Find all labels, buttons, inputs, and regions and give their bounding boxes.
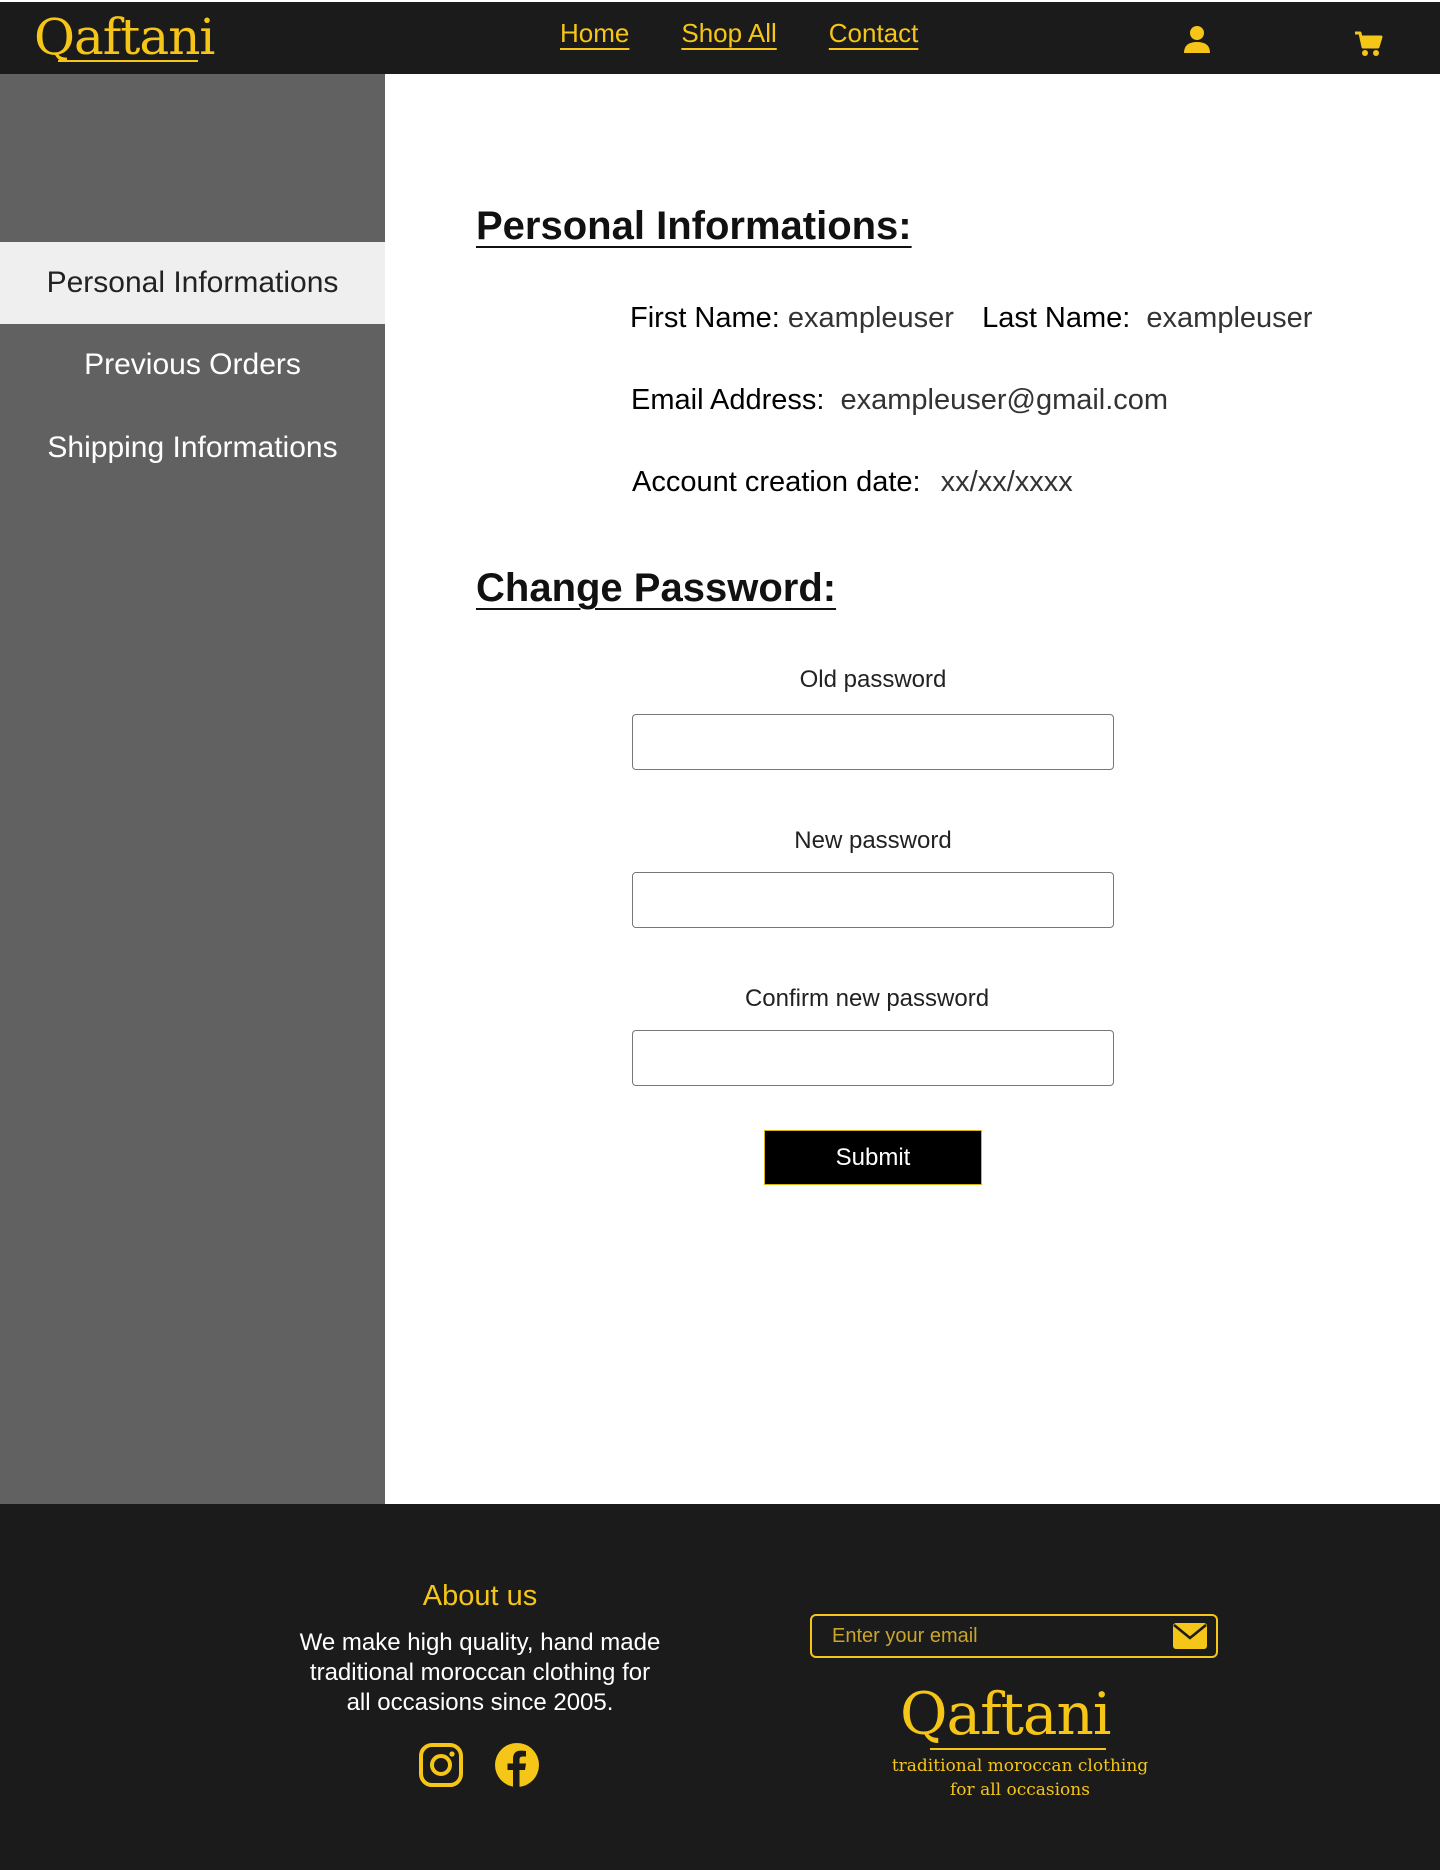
- nav-contact-link[interactable]: Contact: [829, 18, 919, 49]
- newsletter-form: [810, 1614, 1218, 1658]
- facebook-icon[interactable]: [494, 1742, 540, 1788]
- name-row: First Name: exampleuser Last Name: examp…: [630, 302, 1312, 335]
- account-sidebar: Personal Informations Previous Orders Sh…: [0, 74, 385, 1504]
- sidebar-item-personal-informations[interactable]: Personal Informations: [0, 242, 385, 324]
- old-password-input[interactable]: [632, 714, 1114, 770]
- brand-tagline: traditional moroccan clothing for all oc…: [880, 1754, 1160, 1802]
- about-us-text: We make high quality, hand made traditio…: [270, 1628, 690, 1718]
- first-name-value: exampleuser: [787, 302, 954, 334]
- brand-logo[interactable]: Qaftani: [34, 8, 215, 66]
- nav-home-link[interactable]: Home: [560, 18, 629, 49]
- newsletter-email-input[interactable]: [822, 1620, 1152, 1652]
- about-line-1: We make high quality, hand made: [299, 1629, 661, 1656]
- email-label: Email Address:: [631, 384, 825, 416]
- confirm-password-input[interactable]: [632, 1030, 1114, 1086]
- site-header: Qaftani Home Shop All Contact: [0, 0, 1440, 74]
- tagline-line-2: for all occasions: [950, 1780, 1090, 1800]
- last-name-label: Last Name:: [982, 302, 1131, 334]
- sidebar-item-previous-orders[interactable]: Previous Orders: [0, 324, 385, 406]
- nav-shop-all-link[interactable]: Shop All: [681, 18, 776, 49]
- about-us-title: About us: [422, 1580, 538, 1612]
- envelope-icon[interactable]: [1172, 1622, 1208, 1650]
- account-main: Personal Informations: First Name: examp…: [385, 74, 1440, 1504]
- change-password-title: Change Password:: [476, 566, 837, 610]
- last-name-value: exampleuser: [1146, 302, 1313, 334]
- user-icon[interactable]: [1182, 24, 1212, 54]
- about-line-2: traditional moroccan clothing for: [309, 1659, 651, 1686]
- email-value: exampleuser@gmail.com: [840, 384, 1169, 416]
- email-row: Email Address: exampleuser@gmail.com: [631, 384, 1168, 417]
- footer-logo-underline: [930, 1748, 1106, 1750]
- about-line-3: all occasions since 2005.: [346, 1689, 614, 1716]
- new-password-input[interactable]: [632, 872, 1114, 928]
- main-nav: Home Shop All Contact: [560, 18, 918, 49]
- creation-date-row: Account creation date: xx/xx/xxxx: [632, 466, 1073, 499]
- footer-brand-logo: Qaftani: [900, 1680, 1111, 1748]
- submit-button[interactable]: Submit: [764, 1130, 982, 1185]
- first-name-label: First Name:: [630, 302, 780, 334]
- site-footer: About us We make high quality, hand made…: [0, 1504, 1440, 1870]
- old-password-label: Old password: [799, 666, 947, 693]
- cart-icon[interactable]: [1354, 30, 1384, 60]
- personal-info-title: Personal Informations:: [476, 204, 912, 248]
- logo-underline: [58, 60, 198, 62]
- creation-date-value: xx/xx/xxxx: [940, 466, 1073, 498]
- instagram-icon[interactable]: [418, 1742, 464, 1788]
- new-password-label: New password: [794, 827, 952, 854]
- sidebar-item-shipping-informations[interactable]: Shipping Informations: [0, 407, 385, 489]
- confirm-password-label: Confirm new password: [744, 985, 990, 1012]
- creation-date-label: Account creation date:: [632, 466, 921, 498]
- tagline-line-1: traditional moroccan clothing: [891, 1756, 1149, 1776]
